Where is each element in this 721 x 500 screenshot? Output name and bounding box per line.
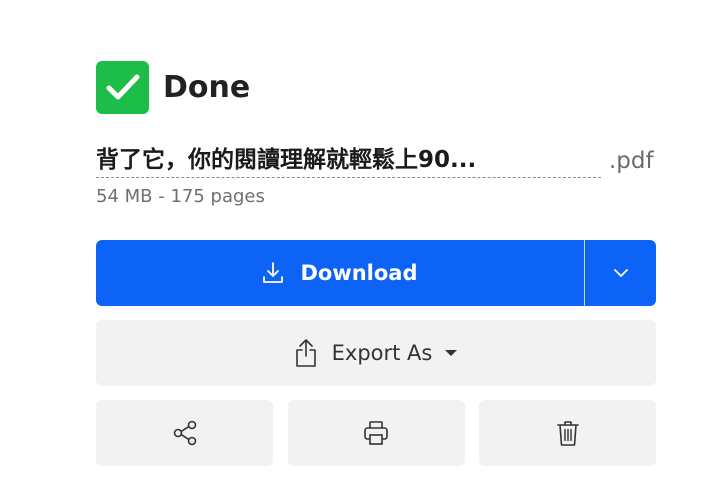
download-icon xyxy=(262,261,284,285)
file-name[interactable]: 背了它，你的閱讀理解就輕鬆上90... xyxy=(96,140,601,178)
download-options-button[interactable] xyxy=(585,240,656,306)
download-label: Download xyxy=(300,261,418,285)
chevron-down-icon xyxy=(612,267,630,279)
download-button[interactable]: Download xyxy=(96,240,584,306)
status-title: Done xyxy=(163,69,251,105)
trash-icon xyxy=(555,419,581,447)
export-as-button[interactable]: Export As xyxy=(96,320,656,386)
share-icon xyxy=(171,419,199,447)
file-meta: 54 MB - 175 pages xyxy=(96,186,265,207)
export-as-label: Export As xyxy=(331,341,433,365)
download-panel: Done 背了它，你的閱讀理解就輕鬆上90... .pdf 54 MB - 17… xyxy=(96,60,656,466)
print-icon xyxy=(362,419,390,447)
checkmark-icon xyxy=(96,60,149,114)
action-row xyxy=(96,400,656,466)
share-upload-icon xyxy=(294,338,318,368)
delete-button[interactable] xyxy=(479,400,656,466)
status-row: Done xyxy=(96,60,656,114)
file-extension: .pdf xyxy=(609,148,654,174)
share-button[interactable] xyxy=(96,400,273,466)
caret-down-icon xyxy=(444,349,458,357)
download-split-button: Download xyxy=(96,240,656,306)
file-row: 背了它，你的閱讀理解就輕鬆上90... .pdf xyxy=(96,144,656,178)
print-button[interactable] xyxy=(287,400,465,466)
